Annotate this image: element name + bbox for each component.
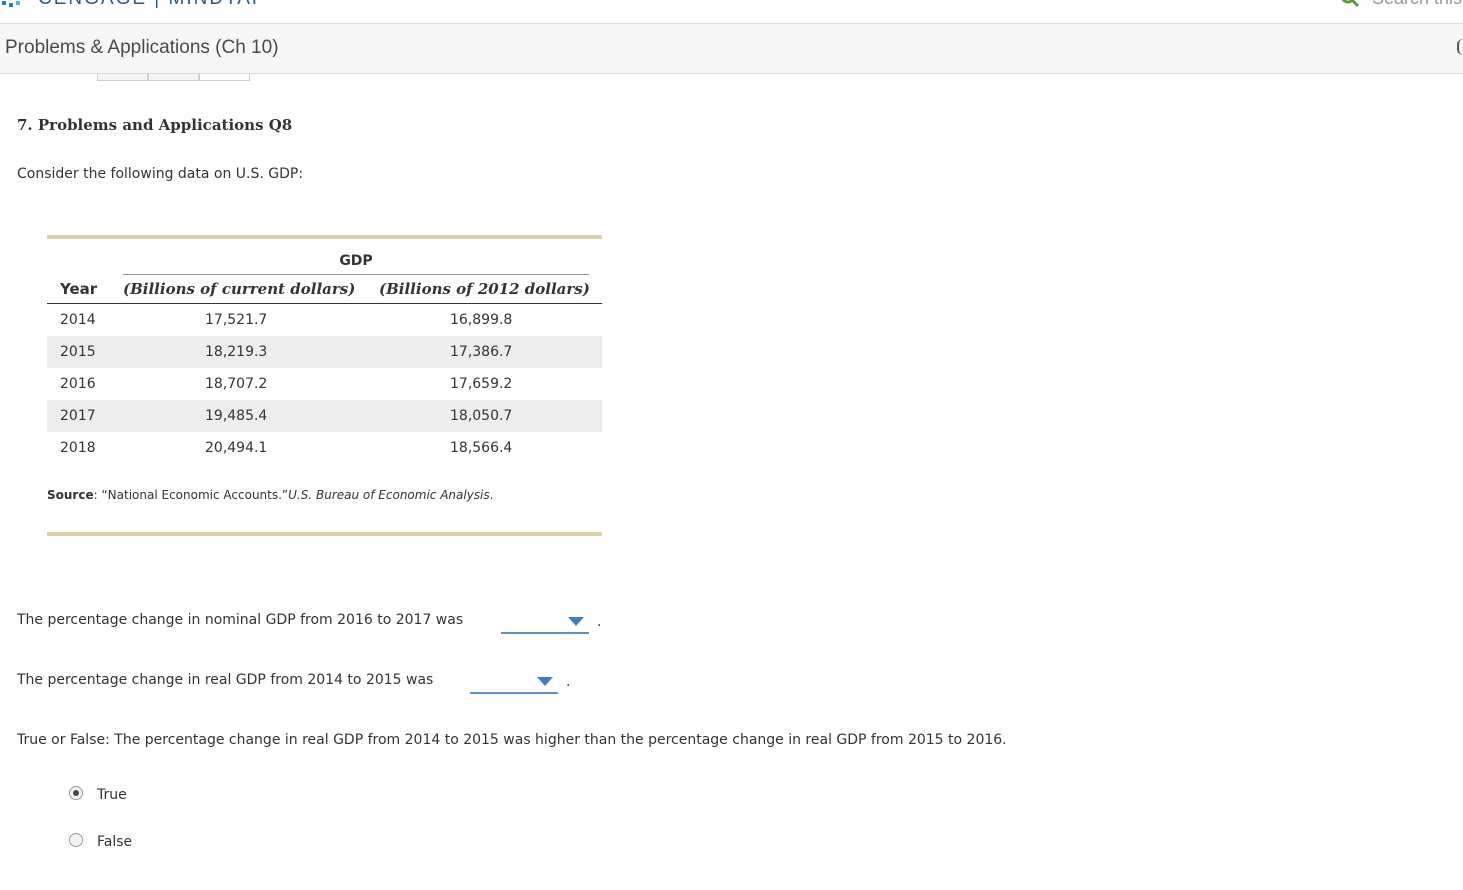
option-true-label[interactable]: True xyxy=(97,787,127,803)
top-brand-bar: CENGAGE | MINDTAP Search this xyxy=(0,0,1463,24)
column-header-2012-dollars: (Billions of 2012 dollars) xyxy=(379,280,590,298)
activity-title-bar: Problems & Applications (Ch 10) xyxy=(0,24,1463,74)
dropdown-caret-icon[interactable] xyxy=(537,677,553,686)
brand-name[interactable]: CENGAGE | MINDTAP xyxy=(38,0,267,10)
nominal-gdp-dropdown[interactable] xyxy=(501,612,589,634)
tab-stub[interactable] xyxy=(97,74,148,81)
group-header-underline xyxy=(123,274,589,275)
cell-year: 2014 xyxy=(60,312,96,328)
question-intro: Consider the following data on U.S. GDP: xyxy=(17,166,304,182)
cengage-logo-icon[interactable] xyxy=(0,0,30,9)
radio-icon[interactable] xyxy=(69,833,83,847)
search-icon[interactable] xyxy=(1340,0,1360,8)
cell-2012-dollars: 16,899.8 xyxy=(450,312,513,328)
dropdown-caret-icon[interactable] xyxy=(568,617,584,626)
cell-2012-dollars: 17,659.2 xyxy=(450,376,513,392)
question-heading: 7. Problems and Applications Q8 xyxy=(17,116,293,134)
cell-2012-dollars: 17,386.7 xyxy=(450,344,513,360)
cell-current-dollars: 18,219.3 xyxy=(205,344,268,360)
cell-2012-dollars: 18,566.4 xyxy=(450,440,513,456)
sentence-period: . xyxy=(566,674,571,690)
source-label: Source xyxy=(47,488,94,502)
real-gdp-prompt: The percentage change in real GDP from 2… xyxy=(17,672,434,688)
page-title: Problems & Applications (Ch 10) xyxy=(5,37,279,58)
cell-year: 2016 xyxy=(60,376,96,392)
tab-stub[interactable] xyxy=(199,74,250,81)
column-header-year: Year xyxy=(60,280,98,298)
table-row: 2016 18,707.2 17,659.2 xyxy=(47,368,602,400)
search-input[interactable]: Search this xyxy=(1372,0,1462,9)
cell-current-dollars: 17,521.7 xyxy=(205,312,268,328)
cell-current-dollars: 18,707.2 xyxy=(205,376,268,392)
cell-current-dollars: 20,494.1 xyxy=(205,440,268,456)
column-header-current-dollars: (Billions of current dollars) xyxy=(123,280,356,298)
tab-stub[interactable] xyxy=(148,74,199,81)
cell-current-dollars: 19,485.4 xyxy=(205,408,268,424)
source-publisher: U.S. Bureau of Economic Analysis xyxy=(288,488,490,502)
question-tabs xyxy=(97,74,250,81)
sentence-period: . xyxy=(597,614,602,630)
table-row: 2017 19,485.4 18,050.7 xyxy=(47,400,602,432)
table-top-rule xyxy=(47,235,602,239)
table-bottom-rule xyxy=(47,532,602,536)
source-text: : “National Economic Accounts.” xyxy=(93,488,289,502)
table-row: 2014 17,521.7 16,899.8 xyxy=(47,304,602,336)
table-source: Source: “National Economic Accounts.”U.S… xyxy=(47,488,493,502)
option-false-label[interactable]: False xyxy=(97,834,132,850)
source-end: . xyxy=(489,488,494,502)
radio-icon[interactable] xyxy=(69,786,83,800)
cell-year: 2017 xyxy=(60,408,96,424)
true-false-prompt: True or False: The percentage change in … xyxy=(17,732,1007,748)
cell-year: 2018 xyxy=(60,440,96,456)
table-row: 2018 20,494.1 18,566.4 xyxy=(47,432,602,464)
cell-year: 2015 xyxy=(60,344,96,360)
table-row: 2015 18,219.3 17,386.7 xyxy=(47,336,602,368)
nominal-gdp-prompt: The percentage change in nominal GDP fro… xyxy=(17,612,464,628)
table-group-header: GDP xyxy=(339,253,373,269)
collapse-icon[interactable] xyxy=(1457,39,1463,55)
real-gdp-dropdown[interactable] xyxy=(470,672,558,694)
cell-2012-dollars: 18,050.7 xyxy=(450,408,513,424)
